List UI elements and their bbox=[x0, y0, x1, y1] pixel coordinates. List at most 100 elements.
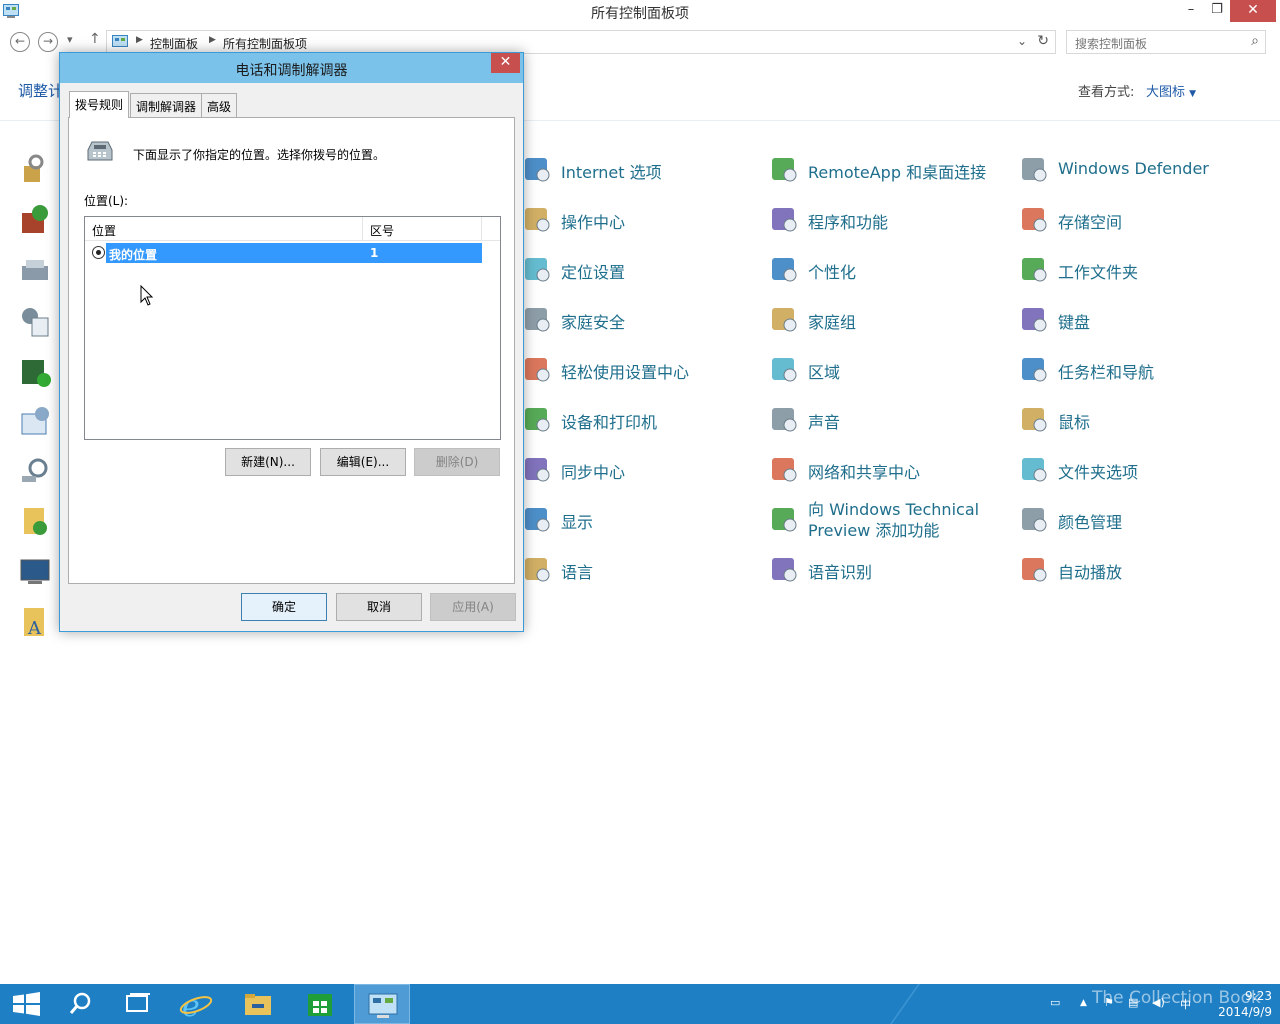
recent-locations-button[interactable]: ▾ bbox=[67, 33, 73, 46]
dialog-close-button[interactable]: ✕ bbox=[491, 53, 520, 73]
network-icon[interactable]: ▤ bbox=[1128, 996, 1138, 1009]
file-explorer-button[interactable] bbox=[230, 984, 286, 1024]
cp-item[interactable]: 存储空间 bbox=[1018, 200, 1258, 240]
cp-item-label: 个性化 bbox=[808, 263, 857, 282]
cp-item[interactable]: 鼠标 bbox=[1018, 400, 1258, 440]
apply-button[interactable]: 应用(A) bbox=[430, 593, 516, 621]
up-button[interactable]: ↑ bbox=[89, 31, 101, 47]
cp-item[interactable]: RemoteApp 和桌面连接 bbox=[768, 150, 1008, 190]
cp-item-label: 轻松使用设置中心 bbox=[561, 363, 690, 382]
internet-explorer-button[interactable]: e bbox=[168, 984, 224, 1024]
new-location-button[interactable]: 新建(N)... bbox=[225, 448, 311, 476]
windows-update-icon[interactable] bbox=[18, 354, 52, 388]
address-dropdown-icon[interactable]: ⌄ bbox=[1017, 34, 1027, 48]
cp-item[interactable]: 颜色管理 bbox=[1018, 500, 1258, 540]
chevron-down-icon: ▼ bbox=[1189, 89, 1197, 99]
edit-location-button[interactable]: 编辑(E)... bbox=[320, 448, 406, 476]
system-clock[interactable]: 9:23 2014/9/9 bbox=[1196, 988, 1272, 1020]
cp-item[interactable]: 家庭安全 bbox=[521, 300, 761, 340]
indexing-options-icon[interactable] bbox=[18, 454, 52, 488]
column-header-location[interactable]: 位置 bbox=[92, 222, 116, 239]
firewall-icon[interactable] bbox=[18, 203, 52, 237]
search-icon[interactable]: ⌕ bbox=[1251, 33, 1259, 49]
store-icon bbox=[308, 994, 332, 1016]
cp-item-label: 键盘 bbox=[1058, 313, 1091, 332]
column-divider[interactable] bbox=[481, 217, 482, 241]
location-row[interactable]: 我的位置 1 bbox=[88, 243, 482, 263]
address-bar[interactable]: ▶ 控制面板 ▶ 所有控制面板项 ⌄ ↻ bbox=[106, 30, 1056, 54]
cp-item[interactable]: 键盘 bbox=[1018, 300, 1258, 340]
admin-tools-icon[interactable] bbox=[18, 304, 52, 338]
view-by-dropdown[interactable]: 大图标 ▼ bbox=[1146, 81, 1196, 100]
input-method-icon[interactable]: 中 bbox=[1180, 996, 1191, 1012]
dialog-titlebar[interactable]: 电话和调制解调器 ✕ bbox=[60, 53, 523, 83]
cp-item[interactable]: 定位设置 bbox=[521, 250, 761, 290]
minimize-button[interactable]: – bbox=[1178, 0, 1204, 22]
cp-item[interactable]: 个性化 bbox=[768, 250, 1008, 290]
cp-item[interactable]: 设备和打印机 bbox=[521, 400, 761, 440]
store-button[interactable] bbox=[292, 984, 348, 1024]
file-history-icon[interactable] bbox=[18, 504, 52, 538]
locations-list[interactable]: 位置 区号 我的位置 1 bbox=[84, 216, 501, 440]
cp-item[interactable]: Internet 选项 bbox=[521, 150, 761, 190]
back-button[interactable]: ← bbox=[10, 32, 30, 52]
cp-item-label: Windows Defender bbox=[1058, 159, 1209, 178]
date-time-icon[interactable] bbox=[18, 404, 52, 438]
cp-item[interactable]: 轻松使用设置中心 bbox=[521, 350, 761, 390]
tab-dialing-rules[interactable]: 拨号规则 bbox=[69, 91, 130, 118]
task-view-button[interactable] bbox=[109, 984, 165, 1024]
cp-item[interactable]: Windows Defender bbox=[1018, 150, 1258, 190]
cp-item[interactable]: 任务栏和导航 bbox=[1018, 350, 1258, 390]
breadcrumb-control-panel[interactable]: 控制面板 bbox=[150, 35, 198, 52]
breadcrumb-all-items[interactable]: 所有控制面板项 bbox=[223, 35, 307, 52]
cp-item[interactable]: 自动播放 bbox=[1018, 550, 1258, 590]
speech-recognition-icon bbox=[772, 558, 797, 582]
cp-item[interactable]: 网络和共享中心 bbox=[768, 450, 1008, 490]
fonts-folder-icon[interactable]: A bbox=[18, 604, 52, 638]
cp-item[interactable]: 声音 bbox=[768, 400, 1008, 440]
minimize-icon: – bbox=[1187, 2, 1195, 17]
phone-modem-icon[interactable] bbox=[18, 254, 52, 288]
flag-icon[interactable]: ⚑ bbox=[1104, 996, 1114, 1009]
cp-item[interactable]: 工作文件夹 bbox=[1018, 250, 1258, 290]
internet-options-icon bbox=[525, 158, 550, 182]
cp-item[interactable]: 区域 bbox=[768, 350, 1008, 390]
location-settings-icon bbox=[525, 258, 550, 282]
language-icon bbox=[525, 558, 550, 582]
column-header-area-code[interactable]: 区号 bbox=[370, 222, 394, 239]
credential-manager-icon[interactable] bbox=[18, 152, 52, 186]
action-center-icon[interactable]: ▭ bbox=[1050, 996, 1060, 1009]
column-divider[interactable] bbox=[362, 217, 363, 241]
tab-modems[interactable]: 调制解调器 bbox=[130, 93, 203, 117]
refresh-icon[interactable]: ↻ bbox=[1037, 33, 1049, 49]
start-button[interactable] bbox=[0, 984, 56, 1024]
page-title: 调整计 bbox=[18, 82, 64, 100]
cp-item[interactable]: 操作中心 bbox=[521, 200, 761, 240]
restore-button[interactable]: ❐ bbox=[1204, 0, 1230, 22]
delete-location-button[interactable]: 删除(D) bbox=[414, 448, 500, 476]
cp-item[interactable]: 向 Windows Technical Preview 添加功能 bbox=[768, 500, 1008, 540]
cp-item-label: 家庭组 bbox=[808, 313, 857, 332]
tab-advanced[interactable]: 高级 bbox=[201, 93, 238, 117]
cp-item[interactable]: 文件夹选项 bbox=[1018, 450, 1258, 490]
search-taskbar-button[interactable] bbox=[52, 984, 108, 1024]
search-box[interactable]: 搜索控制面板 ⌕ bbox=[1066, 30, 1266, 54]
cp-item[interactable]: 显示 bbox=[521, 500, 761, 540]
show-hidden-icons-chevron-icon[interactable]: ▲ bbox=[1080, 998, 1087, 1008]
start-icon bbox=[13, 992, 40, 1016]
forward-button[interactable]: → bbox=[38, 32, 58, 52]
window-close-button[interactable]: ✕ bbox=[1230, 0, 1276, 22]
cp-item[interactable]: 程序和功能 bbox=[768, 200, 1008, 240]
cp-item[interactable]: 语言 bbox=[521, 550, 761, 590]
display-monitor-icon[interactable] bbox=[18, 554, 52, 588]
location-radio[interactable] bbox=[92, 246, 105, 259]
cp-item[interactable]: 家庭组 bbox=[768, 300, 1008, 340]
window-title: 所有控制面板项 bbox=[591, 6, 689, 22]
ok-button[interactable]: 确定 bbox=[241, 593, 327, 621]
control-panel-taskbar-button[interactable] bbox=[354, 984, 410, 1024]
cp-item[interactable]: 同步中心 bbox=[521, 450, 761, 490]
cancel-button[interactable]: 取消 bbox=[336, 593, 422, 621]
volume-icon[interactable]: ◀) bbox=[1152, 996, 1165, 1009]
taskbar: e The Collection Book ▭ ▲ ⚑ ▤ ◀) 中 9:23 … bbox=[0, 984, 1280, 1024]
cp-item[interactable]: 语音识别 bbox=[768, 550, 1008, 590]
